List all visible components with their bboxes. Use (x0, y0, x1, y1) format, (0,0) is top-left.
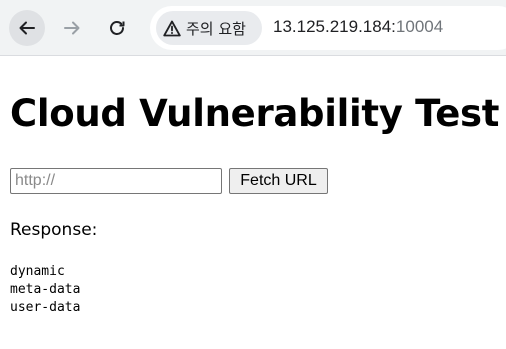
page-title: Cloud Vulnerability Test (10, 92, 500, 135)
arrow-right-icon (64, 21, 80, 35)
response-line: meta-data (10, 282, 81, 297)
response-body: dynamic meta-data user-data (10, 263, 80, 317)
address-bar[interactable]: 주의 요함 13.125.219.184:10004 (150, 6, 506, 50)
response-line: user-data (10, 300, 81, 315)
back-button[interactable] (9, 10, 45, 46)
security-indicator[interactable]: 주의 요함 (156, 11, 262, 45)
security-label: 주의 요함 (186, 19, 246, 38)
browser-toolbar: 주의 요함 13.125.219.184:10004 (0, 0, 506, 56)
warning-triangle-icon (163, 20, 181, 36)
arrow-left-icon (19, 21, 35, 35)
url-text[interactable]: 13.125.219.184:10004 (273, 17, 443, 37)
url-input[interactable] (10, 168, 222, 194)
fetch-url-button[interactable]: Fetch URL (229, 168, 328, 194)
reload-button[interactable] (99, 10, 135, 46)
reload-icon (110, 21, 125, 35)
url-port: 10004 (395, 17, 444, 36)
response-line: dynamic (10, 264, 65, 279)
response-label: Response: (10, 220, 98, 240)
forward-button[interactable] (54, 10, 90, 46)
url-host: 13.125.219.184: (273, 17, 396, 36)
